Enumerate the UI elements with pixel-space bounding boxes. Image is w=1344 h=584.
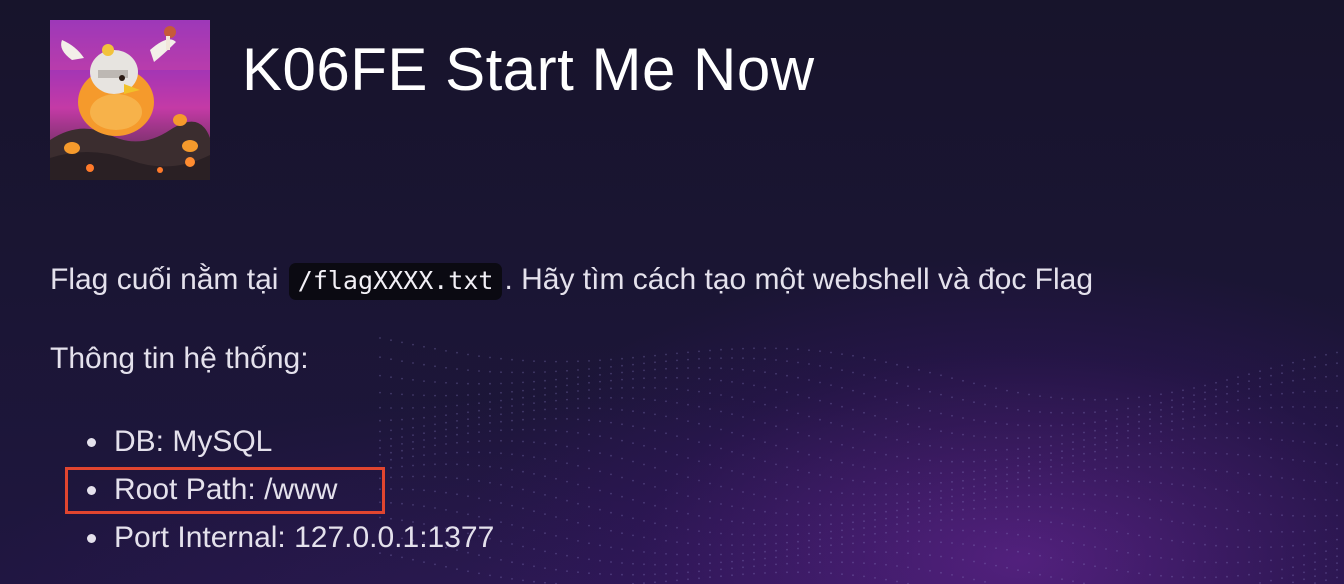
root-path-highlight-box	[65, 467, 385, 514]
list-item-label: DB: MySQL	[114, 425, 273, 458]
intro-text-before: Flag cuối nằm tại	[50, 263, 287, 296]
list-item-db: DB: MySQL	[50, 418, 494, 466]
flag-path-code: /flagXXXX.txt	[288, 263, 503, 300]
list-item-label: Port Internal: 127.0.0.1:1377	[114, 521, 495, 554]
page-title: K06FE Start Me Now	[242, 36, 815, 103]
flag-location-text: Flag cuối nằm tại /flagXXXX.txt. Hãy tìm…	[50, 259, 1093, 302]
bullet-icon	[87, 438, 96, 447]
intro-text-after: . Hãy tìm cách tạo một webshell và đọc F…	[504, 263, 1094, 296]
bullet-icon	[87, 534, 96, 543]
list-item-port-internal: Port Internal: 127.0.0.1:1377	[50, 514, 494, 562]
system-info-heading: Thông tin hệ thống:	[50, 342, 309, 375]
chicken-mascot-logo	[50, 20, 210, 180]
